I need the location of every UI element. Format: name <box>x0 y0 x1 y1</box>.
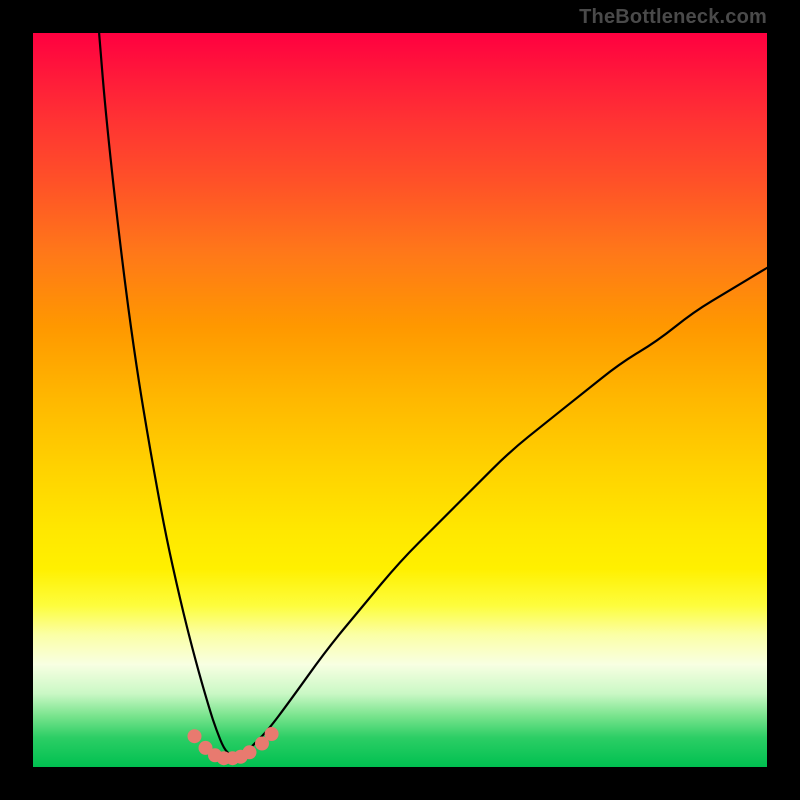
chart-svg <box>33 33 767 767</box>
chart-frame: TheBottleneck.com <box>0 0 800 800</box>
curve-marker <box>265 727 279 741</box>
plot-area <box>33 33 767 767</box>
bottleneck-curve-path <box>99 33 767 756</box>
curve-group <box>99 33 767 756</box>
marker-group <box>188 727 279 765</box>
curve-marker <box>243 745 257 759</box>
curve-marker <box>188 729 202 743</box>
attribution-text: TheBottleneck.com <box>579 6 767 29</box>
